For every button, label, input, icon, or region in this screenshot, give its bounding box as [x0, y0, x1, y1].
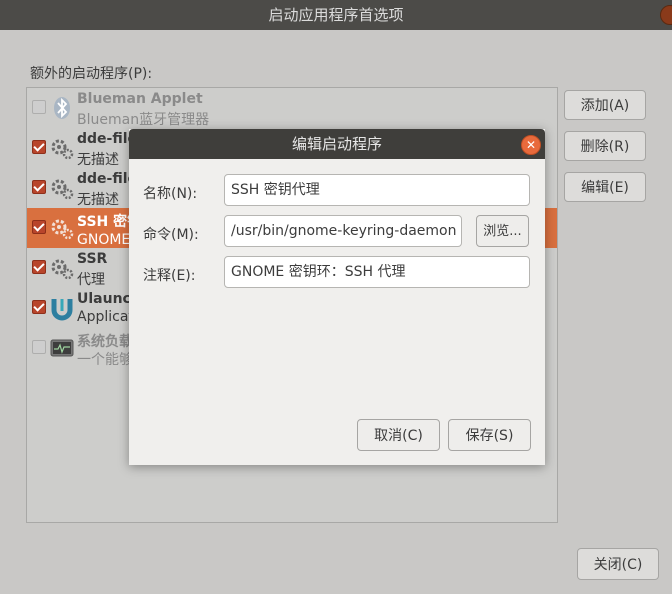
- item-title: Blueman Applet: [77, 91, 203, 107]
- item-title: SSR: [77, 251, 108, 267]
- item-subtitle: 无描述: [77, 192, 119, 208]
- gears-icon: [51, 179, 74, 200]
- save-button[interactable]: 保存(S): [448, 419, 531, 451]
- comment-label: 注释(E):: [143, 268, 196, 284]
- edit-button[interactable]: 编辑(E): [564, 172, 646, 202]
- enable-checkbox[interactable]: [32, 220, 46, 234]
- bluetooth-icon: [54, 97, 70, 119]
- name-label: 名称(N):: [143, 186, 198, 202]
- comment-field[interactable]: GNOME 密钥环：SSH 代理: [224, 256, 530, 288]
- browse-button[interactable]: 浏览...: [476, 215, 529, 247]
- system-monitor-icon: [50, 339, 74, 357]
- item-subtitle: 代理: [77, 272, 105, 288]
- window-titlebar: 启动应用程序首选项: [0, 0, 672, 30]
- enable-checkbox[interactable]: [32, 260, 46, 274]
- cancel-button[interactable]: 取消(C): [357, 419, 440, 451]
- enable-checkbox[interactable]: [32, 140, 46, 154]
- enable-checkbox[interactable]: [32, 180, 46, 194]
- gears-icon: [51, 219, 74, 240]
- edit-startup-dialog: 编辑启动程序 ✕ 名称(N): SSH 密钥代理 命令(M): /usr/bin…: [129, 129, 545, 465]
- window-title: 启动应用程序首选项: [268, 6, 404, 24]
- gears-icon: [51, 139, 74, 160]
- window-close-button[interactable]: [660, 5, 672, 25]
- item-subtitle: Blueman蓝牙管理器: [77, 112, 210, 128]
- command-field[interactable]: /usr/bin/gnome-keyring-daemon --start --…: [224, 215, 462, 247]
- close-button[interactable]: 关闭(C): [577, 548, 659, 580]
- dialog-close-button[interactable]: ✕: [521, 135, 541, 155]
- ulauncher-icon: [51, 299, 73, 321]
- enable-checkbox[interactable]: [32, 300, 46, 314]
- add-button[interactable]: 添加(A): [564, 90, 646, 120]
- dialog-title: 编辑启动程序: [291, 135, 382, 153]
- name-field[interactable]: SSH 密钥代理: [224, 174, 530, 206]
- command-label: 命令(M):: [143, 227, 199, 243]
- gears-icon: [51, 259, 74, 280]
- enable-checkbox[interactable]: [32, 100, 46, 114]
- list-item[interactable]: Blueman Applet Blueman蓝牙管理器: [27, 88, 557, 128]
- enable-checkbox[interactable]: [32, 340, 46, 354]
- dialog-titlebar: 编辑启动程序 ✕: [129, 129, 545, 159]
- remove-button[interactable]: 删除(R): [564, 131, 646, 161]
- item-subtitle: 无描述: [77, 152, 119, 168]
- startup-list-label: 额外的启动程序(P):: [30, 66, 153, 82]
